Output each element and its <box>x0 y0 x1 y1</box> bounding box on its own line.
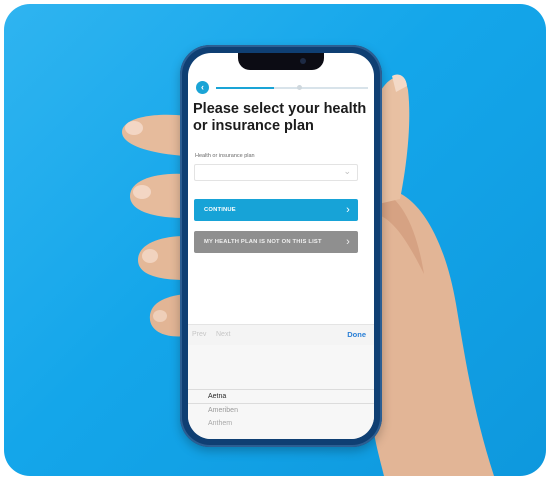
keyboard-toolbar: Prev Next Done <box>188 324 374 345</box>
picker-option[interactable]: Aetna <box>208 393 226 400</box>
promo-background: ‹ Please select your health or insurance… <box>4 4 546 476</box>
continue-label: CONTINUE <box>204 207 236 213</box>
progress-step-dot <box>297 85 302 90</box>
picker-selection-line <box>188 403 374 404</box>
picker-option[interactable]: Ameriben <box>208 407 238 414</box>
prev-button[interactable]: Prev <box>192 331 206 338</box>
progress-fill <box>216 87 274 89</box>
picker-option[interactable]: Anthem <box>208 420 232 427</box>
picker-selection-line <box>188 389 374 390</box>
continue-button[interactable]: CONTINUE › <box>194 199 358 221</box>
done-button[interactable]: Done <box>347 330 366 339</box>
smartphone: ‹ Please select your health or insurance… <box>180 45 382 447</box>
plan-field-label: Health or insurance plan <box>195 153 255 159</box>
back-arrow-icon[interactable]: ‹ <box>196 81 209 94</box>
progress-row: ‹ <box>196 81 368 95</box>
chevron-right-icon: › <box>346 236 350 248</box>
plan-select[interactable]: ⌄ <box>194 164 358 181</box>
phone-screen: ‹ Please select your health or insurance… <box>188 53 374 439</box>
progress-track <box>216 87 368 89</box>
plan-not-listed-button[interactable]: MY HEALTH PLAN IS NOT ON THIS LIST › <box>194 231 358 253</box>
plan-picker-wheel[interactable]: Aetna Ameriben Anthem <box>188 345 374 439</box>
next-button[interactable]: Next <box>216 331 230 338</box>
phone-notch <box>238 53 324 70</box>
front-camera <box>300 58 306 64</box>
plan-not-listed-label: MY HEALTH PLAN IS NOT ON THIS LIST <box>204 239 322 245</box>
chevron-down-icon: ⌄ <box>343 166 351 176</box>
page-title: Please select your health or insurance p… <box>193 101 367 134</box>
chevron-right-icon: › <box>346 204 350 216</box>
